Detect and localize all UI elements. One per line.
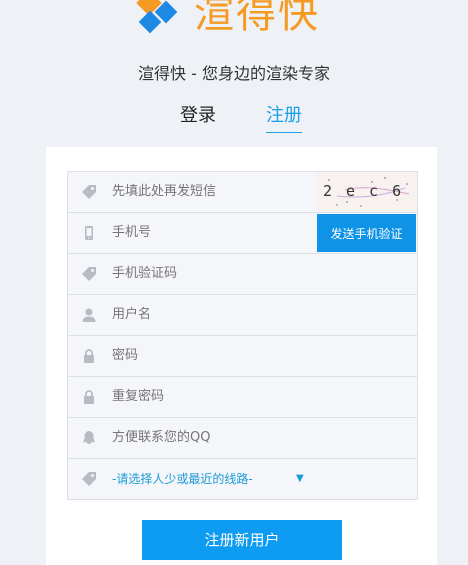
confirm-password-input[interactable] bbox=[112, 377, 302, 417]
register-form: 2ec6 发送手机验证 bbox=[67, 171, 418, 500]
brand-logo: 渲得快 bbox=[134, 0, 320, 38]
user-icon bbox=[81, 307, 97, 323]
route-select[interactable]: -请选择人少或最近的线路- bbox=[112, 459, 253, 499]
sms-code-input[interactable] bbox=[112, 254, 302, 294]
password-input[interactable] bbox=[112, 336, 302, 376]
captcha-input[interactable] bbox=[112, 172, 302, 212]
captcha-row: 2ec6 bbox=[68, 172, 417, 213]
send-sms-button[interactable]: 发送手机验证 bbox=[317, 214, 416, 252]
tag-icon bbox=[81, 266, 97, 282]
brand-name: 渲得快 bbox=[194, 0, 320, 37]
username-row bbox=[68, 295, 417, 336]
lock-icon bbox=[81, 389, 97, 405]
qq-icon bbox=[81, 430, 97, 446]
phone-row: 发送手机验证 bbox=[68, 213, 417, 254]
lock-icon bbox=[81, 348, 97, 364]
phone-icon bbox=[81, 225, 97, 241]
sms-code-row bbox=[68, 254, 417, 295]
tab-register[interactable]: 注册 bbox=[266, 101, 302, 133]
qq-row bbox=[68, 418, 417, 459]
username-input[interactable] bbox=[112, 295, 302, 335]
caret-down-icon[interactable]: ▼ bbox=[296, 459, 304, 499]
tagline: 渲得快 - 您身边的渲染专家 bbox=[138, 64, 330, 83]
tab-login[interactable]: 登录 bbox=[180, 101, 216, 132]
tag-icon bbox=[81, 184, 97, 200]
route-row: -请选择人少或最近的线路- ▼ bbox=[68, 459, 417, 499]
captcha-text: 2ec6 bbox=[323, 182, 416, 200]
qq-input[interactable] bbox=[112, 418, 302, 458]
register-submit-button[interactable]: 注册新用户 bbox=[142, 520, 342, 560]
phone-input[interactable] bbox=[112, 213, 302, 253]
auth-tabs: 登录 注册 bbox=[0, 101, 468, 133]
password-row bbox=[68, 336, 417, 377]
tag-icon bbox=[81, 471, 97, 487]
captcha-image[interactable]: 2ec6 bbox=[317, 172, 417, 212]
logo-mark-icon bbox=[134, 0, 186, 38]
confirm-password-row bbox=[68, 377, 417, 418]
